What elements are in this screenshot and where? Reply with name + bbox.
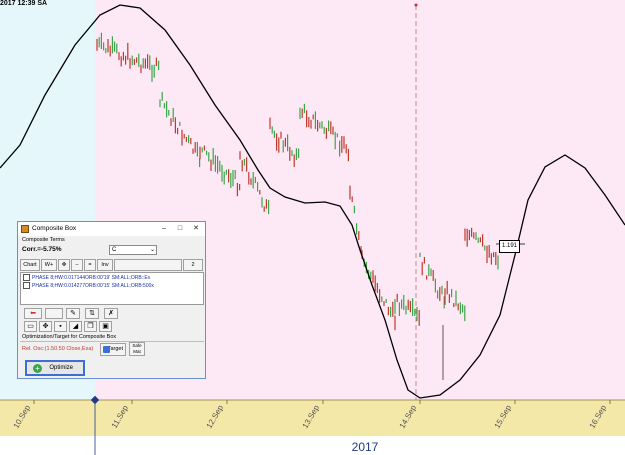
equals-icon[interactable]: = xyxy=(84,259,96,271)
eraser-icon[interactable]: ◢ xyxy=(69,321,82,332)
chevron-down-icon: ⌄ xyxy=(149,247,155,253)
safe-mat-button[interactable]: Safe Mat xyxy=(129,342,145,356)
combo-value: C xyxy=(112,247,117,253)
year-label: 2017 xyxy=(351,440,379,454)
checkbox[interactable] xyxy=(23,282,30,290)
paste-icon[interactable]: ▣ xyxy=(99,321,112,332)
app-icon xyxy=(21,225,29,233)
composite-box-window: Composite Box – □ ✕ Composite Terms Corr… xyxy=(17,221,206,379)
checkbox[interactable] xyxy=(23,274,30,282)
folder-icon[interactable]: ▭ xyxy=(24,321,37,332)
correlation-label: Corr.=-5.75% xyxy=(22,246,62,253)
empty-field[interactable] xyxy=(114,259,182,271)
brush-icon[interactable]: ✎ xyxy=(66,308,80,319)
count-field[interactable]: 2 xyxy=(183,259,203,271)
composite-toolbar: Chart W+ ✥ − = Inv 2 xyxy=(20,259,204,271)
target-description: Rel. Osc:(1.50.50 Close,Exa) xyxy=(22,346,94,352)
close-icon[interactable]: ✕ xyxy=(189,224,203,234)
delete-icon[interactable]: ⬅ xyxy=(24,308,42,319)
window-title: Composite Box xyxy=(32,225,77,232)
blank-icon[interactable] xyxy=(45,308,63,319)
inv-button[interactable]: Inv xyxy=(97,259,113,271)
divider xyxy=(20,341,204,342)
price-marker-label: 1.191 xyxy=(499,240,521,253)
composite-terms-list[interactable]: PHASE 8;HW:0.017144ORB:00'19' SM:ALL;ORB… xyxy=(20,272,204,305)
cross-icon[interactable]: ✗ xyxy=(104,308,118,319)
maximize-icon[interactable]: □ xyxy=(173,224,187,234)
optimization-label: Optimization/Target for Composite Box xyxy=(22,334,117,340)
optimize-button[interactable]: + Optimize xyxy=(25,360,85,376)
copy-icon[interactable]: ❐ xyxy=(84,321,97,332)
cursor-marker xyxy=(414,3,418,7)
plus-icon: + xyxy=(33,364,42,373)
minimize-icon[interactable]: – xyxy=(157,224,171,234)
window-titlebar[interactable]: Composite Box – □ ✕ xyxy=(18,222,205,236)
composite-terms-label: Composite Terms xyxy=(22,237,65,243)
target-icon xyxy=(103,346,110,353)
list-item[interactable]: PHASE 8;HW:0.014277ORB:00'15' SM:ALL;ORB… xyxy=(23,282,154,290)
target-button[interactable]: Target xyxy=(100,343,126,356)
settings-icon[interactable]: ✥ xyxy=(58,259,70,271)
composite-combo[interactable]: C ⌄ xyxy=(109,245,157,255)
minus-icon[interactable]: − xyxy=(71,259,83,271)
chart-button[interactable]: Chart xyxy=(20,259,40,271)
chart-timestamp: 2017 12:39 SA xyxy=(0,0,48,7)
list-item[interactable]: PHASE 8;HW:0.017144ORB:00'19' SM:ALL;ORB… xyxy=(23,274,150,282)
move-icon[interactable]: ✥ xyxy=(39,321,52,332)
save-icon[interactable]: ▪ xyxy=(54,321,67,332)
sort-icon[interactable]: ⇅ xyxy=(85,308,99,319)
wplus-button[interactable]: W+ xyxy=(41,259,57,271)
